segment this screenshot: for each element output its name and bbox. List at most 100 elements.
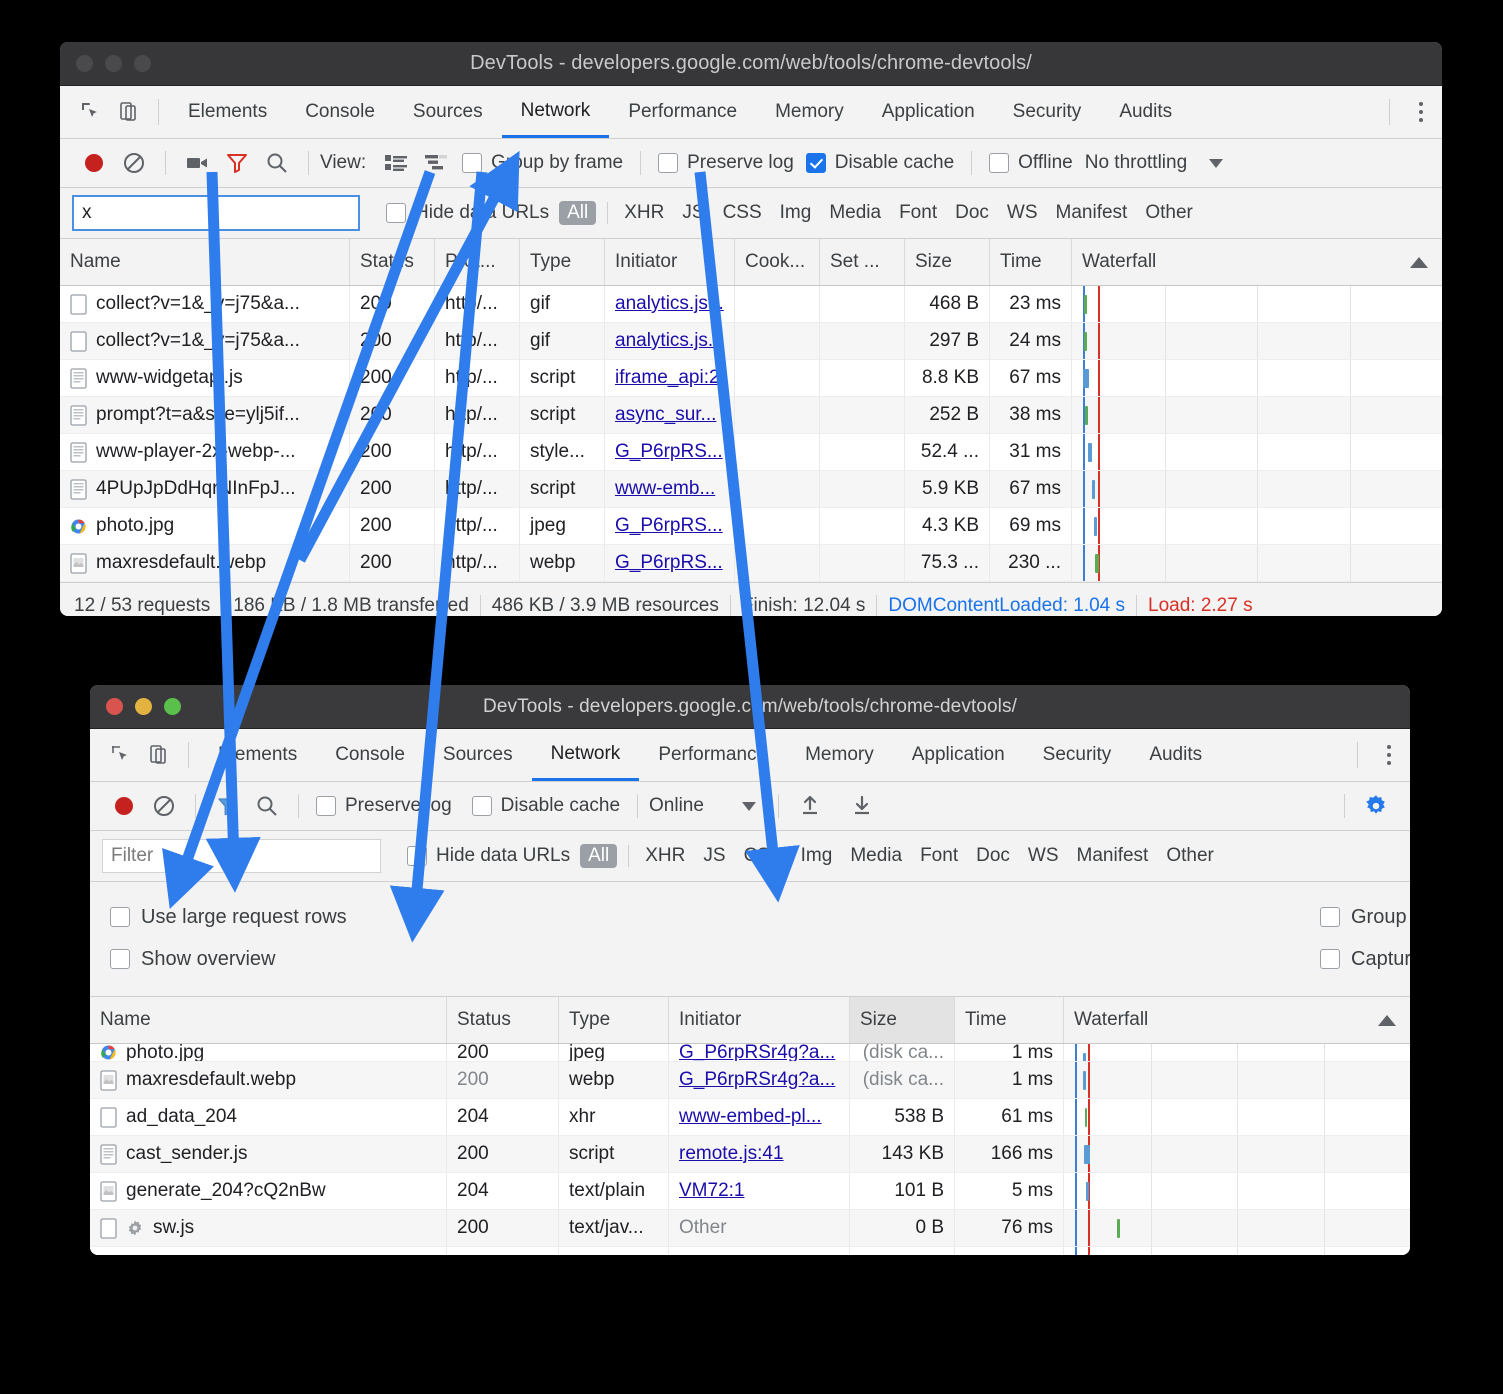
cell-initiator[interactable]: G_P6rpRSr4g?a...	[669, 1044, 850, 1061]
checkbox-box[interactable]	[1320, 907, 1340, 927]
maximize-button[interactable]	[164, 698, 181, 715]
checkbox-box[interactable]	[110, 949, 130, 969]
filter-type-media[interactable]: Media	[820, 202, 890, 224]
column-header-initiator[interactable]: Initiator	[669, 997, 850, 1043]
filter-type-ws[interactable]: WS	[1019, 845, 1068, 867]
column-header-status[interactable]: Status	[350, 239, 435, 285]
device-toolbar-icon[interactable]	[140, 736, 178, 774]
filter-type-xhr[interactable]: XHR	[636, 845, 694, 867]
cell-initiator[interactable]: analytics.js...	[605, 286, 735, 322]
export-har-icon[interactable]	[842, 789, 882, 823]
filter-bar-top[interactable]: x Hide data URLs All XHR JS CSS Img Medi…	[60, 188, 1442, 239]
close-button[interactable]	[76, 55, 93, 72]
tab-elements[interactable]: Elements	[169, 86, 286, 138]
filter-icon[interactable]	[207, 789, 247, 823]
filter-type-font[interactable]: Font	[911, 845, 967, 867]
table-row[interactable]: collect?v=1&_v=j75&a... 200 http/... gif ana…	[60, 323, 1442, 360]
inspect-element-icon[interactable]	[72, 93, 110, 131]
cell-name[interactable]: 4PUpJpDdHqrNInFpJ...	[60, 471, 350, 507]
cell-initiator[interactable]: G_P6rpRS...	[605, 508, 735, 544]
chevron-down-icon[interactable]	[1209, 158, 1224, 168]
cell-name[interactable]: cast_sender.js	[90, 1136, 447, 1172]
waterfall-bar[interactable]	[1084, 1145, 1090, 1164]
table-row[interactable]: prompt?t=a&site=ylj5if... 200 http/... scri…	[60, 397, 1442, 434]
window-controls-top[interactable]	[60, 55, 151, 72]
preserve-log-checkbox-bottom[interactable]: Preserve log	[316, 795, 452, 817]
filter-type-ws[interactable]: WS	[998, 202, 1047, 224]
table-row[interactable]: sw.js 200 text/jav... Other 0 B 76 ms	[90, 1210, 1410, 1247]
waterfall-bar[interactable]	[1083, 332, 1088, 351]
column-header-name[interactable]: Name	[90, 997, 447, 1043]
waterfall-bar[interactable]	[1083, 369, 1089, 388]
tab-memory[interactable]: Memory	[756, 86, 863, 138]
filter-type-all[interactable]: All	[559, 201, 597, 225]
offline-checkbox-top[interactable]: Offline	[989, 152, 1073, 174]
devtools-window-top[interactable]: DevTools - developers.google.com/web/too…	[60, 42, 1442, 616]
filter-type-doc[interactable]: Doc	[967, 845, 1019, 867]
table-row[interactable]: log_event?alt=json&key=AIzaSyA... 200 xhr b…	[90, 1247, 1410, 1255]
cell-initiator[interactable]: www-emb...	[605, 471, 735, 507]
filter-type-media[interactable]: Media	[841, 845, 911, 867]
waterfall-bar[interactable]	[1084, 406, 1088, 425]
cell-name[interactable]: log_event?alt=json&key=AIzaSyA...	[90, 1247, 447, 1255]
titlebar-bottom[interactable]: DevTools - developers.google.com/web/too…	[90, 685, 1410, 729]
filter-type-other[interactable]: Other	[1157, 845, 1223, 867]
devtools-window-bottom[interactable]: DevTools - developers.google.com/web/too…	[90, 685, 1410, 1255]
record-button-icon[interactable]	[104, 789, 144, 823]
filter-type-xhr[interactable]: XHR	[615, 202, 673, 224]
filter-type-img[interactable]: Img	[771, 202, 821, 224]
network-toolbar-bottom[interactable]: Preserve log Disable cache Online	[90, 782, 1410, 831]
waterfall-bar[interactable]	[1094, 517, 1097, 536]
table-row[interactable]: collect?v=1&_v=j75&a... 200 http/... gif ana…	[60, 286, 1442, 323]
cell-name[interactable]: maxresdefault.webp	[60, 545, 350, 581]
filter-type-js[interactable]: JS	[673, 202, 713, 224]
column-header-time[interactable]: Time	[955, 997, 1064, 1043]
tab-application[interactable]: Application	[893, 729, 1024, 781]
titlebar-top[interactable]: DevTools - developers.google.com/web/too…	[60, 42, 1442, 86]
filter-type-css[interactable]: CSS	[735, 845, 792, 867]
clear-button-icon[interactable]	[114, 146, 154, 180]
hide-data-urls-checkbox-bottom[interactable]: Hide data URLs	[407, 845, 570, 867]
clear-button-icon[interactable]	[144, 789, 184, 823]
tab-memory[interactable]: Memory	[786, 729, 893, 781]
table-row[interactable]: maxresdefault.webp 200 webp G_P6rpRSr4g?a..…	[90, 1062, 1410, 1099]
throttling-value-top[interactable]: No throttling	[1085, 152, 1187, 174]
request-table-bottom[interactable]: photo.jpg 200 jpeg G_P6rpRSr4g?a... (disk ca…	[90, 1044, 1410, 1255]
cell-initiator[interactable]: G_P6rpRS...	[605, 434, 735, 470]
group-by-frame-checkbox-bottom[interactable]: Group by frame	[750, 906, 1410, 929]
tab-application[interactable]: Application	[863, 86, 994, 138]
column-header-protocol[interactable]: Prot...	[435, 239, 520, 285]
cell-initiator[interactable]: G_P6rpRSr4g?a...	[669, 1062, 850, 1098]
tab-performance[interactable]: Performance	[639, 729, 786, 781]
table-row[interactable]: www-widgetapi.js 200 http/... script iframe_…	[60, 360, 1442, 397]
table-row[interactable]: generate_204?cQ2nBw 204 text/plain VM72:1 10…	[90, 1173, 1410, 1210]
tab-audits[interactable]: Audits	[1130, 729, 1221, 781]
filter-bar-bottom[interactable]: Filter Hide data URLs All XHR JS CSS Img…	[90, 831, 1410, 882]
list-view-icon[interactable]	[376, 146, 416, 180]
cell-name[interactable]: prompt?t=a&site=ylj5if...	[60, 397, 350, 433]
filter-type-other[interactable]: Other	[1136, 202, 1202, 224]
filter-type-all[interactable]: All	[580, 844, 618, 868]
capture-screenshots-checkbox[interactable]: Capture screenshots	[750, 948, 1410, 971]
chevron-down-icon[interactable]	[741, 801, 756, 811]
network-settings-panel[interactable]: Use large request rows Group by frame Sh…	[90, 882, 1410, 997]
column-header-time[interactable]: Time	[990, 239, 1072, 285]
filter-type-js[interactable]: JS	[694, 845, 734, 867]
waterfall-bar[interactable]	[1086, 1182, 1089, 1201]
more-options-icon[interactable]	[1400, 93, 1442, 131]
throttling-value-bottom[interactable]: Online	[649, 795, 704, 817]
cell-initiator[interactable]: remote.js:41	[669, 1136, 850, 1172]
panel-tabs-bottom[interactable]: Elements Console Sources Network Perform…	[199, 729, 1221, 781]
hide-data-urls-checkbox-top[interactable]: Hide data URLs	[386, 202, 549, 224]
more-options-icon[interactable]	[1368, 736, 1410, 774]
window-controls-bottom[interactable]	[90, 698, 181, 715]
table-row[interactable]: 4PUpJpDdHqrNInFpJ... 200 http/... script www…	[60, 471, 1442, 508]
request-table-top[interactable]: collect?v=1&_v=j75&a... 200 http/... gif ana…	[60, 286, 1442, 582]
checkbox-box[interactable]	[462, 153, 483, 173]
minimize-button[interactable]	[135, 698, 152, 715]
close-button[interactable]	[106, 698, 123, 715]
tab-performance[interactable]: Performance	[609, 86, 756, 138]
cell-initiator[interactable]: analytics.js...	[605, 323, 735, 359]
table-row[interactable]: cast_sender.js 200 script remote.js:41 143 K…	[90, 1136, 1410, 1173]
filter-input-bottom[interactable]: Filter	[102, 839, 381, 873]
